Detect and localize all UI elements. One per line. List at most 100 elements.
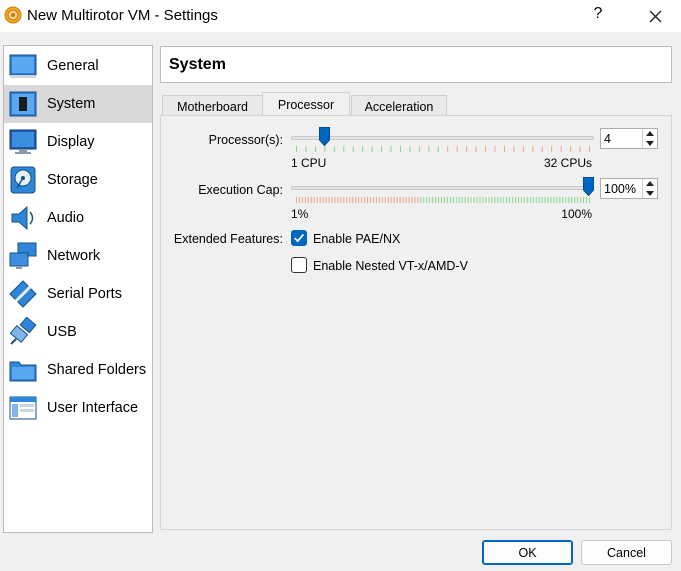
sidebar-item-label: Display <box>47 134 95 150</box>
sidebar-item-shared-folders[interactable]: Shared Folders <box>4 351 152 389</box>
sidebar-item-serial-ports[interactable]: Serial Ports <box>4 275 152 313</box>
ok-button[interactable]: OK <box>482 540 573 565</box>
cancel-button[interactable]: Cancel <box>581 540 672 565</box>
execution-cap-slider-handle[interactable] <box>583 177 594 196</box>
slider-tick <box>358 197 360 203</box>
sidebar-item-label: User Interface <box>47 400 139 416</box>
slider-tick <box>437 146 439 152</box>
processor-max-label: 32 CPUs <box>543 156 592 170</box>
slider-tick <box>520 197 522 203</box>
slider-tick <box>371 146 373 152</box>
close-icon[interactable] <box>641 4 669 28</box>
system-chip-icon <box>9 91 37 117</box>
execution-cap-slider-groove[interactable] <box>291 186 594 190</box>
slider-tick <box>367 197 369 203</box>
slider-tick <box>325 197 327 203</box>
slider-tick <box>500 197 502 203</box>
sidebar-item-usb[interactable]: USB <box>4 313 152 351</box>
slider-tick <box>355 197 357 203</box>
network-icon <box>9 242 37 269</box>
sidebar-item-display[interactable]: Display <box>4 123 152 161</box>
slider-tick <box>551 146 553 152</box>
slider-tick <box>375 197 377 203</box>
slider-tick <box>475 146 477 152</box>
processor-slider-handle[interactable] <box>319 127 331 146</box>
enable-nested-vtx-label[interactable]: Enable Nested VT-x/AMD-V <box>313 259 468 273</box>
slider-tick <box>455 197 457 203</box>
virtualbox-gear-icon <box>4 6 22 24</box>
slider-tick <box>313 197 315 203</box>
spin-up-icon[interactable] <box>643 179 657 188</box>
sidebar-item-general[interactable]: General <box>4 47 152 85</box>
slider-tick <box>420 197 422 203</box>
enable-pae-nx-label[interactable]: Enable PAE/NX <box>313 232 400 246</box>
help-button[interactable]: ? <box>588 5 608 23</box>
slider-tick <box>506 197 508 203</box>
slider-tick <box>562 197 564 203</box>
slider-tick <box>485 146 487 152</box>
slider-tick <box>443 197 445 203</box>
slider-tick <box>432 197 434 203</box>
processor-slider-groove[interactable] <box>291 136 594 140</box>
slider-tick-baseline <box>296 201 590 203</box>
audio-speaker-icon <box>11 205 34 231</box>
slider-tick <box>435 197 437 203</box>
slider-tick <box>523 197 525 203</box>
slider-tick <box>298 197 300 203</box>
slider-tick <box>384 197 386 203</box>
slider-tick <box>372 197 374 203</box>
slider-tick <box>393 197 395 203</box>
slider-tick <box>428 146 430 152</box>
sidebar-item-audio[interactable]: Audio <box>4 199 152 237</box>
slider-tick <box>565 197 567 203</box>
slider-tick <box>399 146 401 152</box>
page-title: System <box>169 56 226 73</box>
slider-tick <box>497 197 499 203</box>
slider-tick <box>331 197 333 203</box>
execution-cap-spinbox[interactable]: 100% <box>600 178 658 199</box>
sidebar-item-label: Audio <box>47 210 85 226</box>
page-header: System <box>160 46 672 83</box>
slider-tick <box>461 197 463 203</box>
slider-tick <box>449 197 451 203</box>
slider-tick <box>396 197 398 203</box>
sidebar-item-user-interface[interactable]: User Interface <box>4 389 152 427</box>
slider-tick <box>494 146 496 152</box>
slider-tick <box>503 197 505 203</box>
spin-down-icon[interactable] <box>643 189 657 198</box>
slider-tick <box>337 197 339 203</box>
slider-tick <box>456 146 458 152</box>
execution-cap-max-label: 100% <box>561 207 592 221</box>
sidebar-item-network[interactable]: Network <box>4 237 152 275</box>
execution-cap-spin-arrows <box>642 179 657 198</box>
spin-up-icon[interactable] <box>643 129 657 138</box>
spin-down-icon[interactable] <box>643 139 657 148</box>
slider-tick <box>390 146 392 152</box>
slider-tick <box>408 197 410 203</box>
slider-tick <box>571 197 573 203</box>
processor-count-spinbox[interactable]: 4 <box>600 128 658 149</box>
tab-motherboard[interactable]: Motherboard <box>162 95 263 117</box>
slider-tick <box>589 197 590 203</box>
slider-tick <box>553 197 555 203</box>
slider-tick <box>343 146 345 152</box>
slider-tick <box>574 197 576 203</box>
slider-tick <box>476 197 478 203</box>
sidebar-item-system[interactable]: System <box>4 85 152 123</box>
slider-tick <box>509 197 511 203</box>
slider-tick <box>402 197 404 203</box>
sidebar-item-storage[interactable]: Storage <box>4 161 152 199</box>
slider-tick <box>467 197 469 203</box>
usb-icon <box>9 317 37 345</box>
slider-tick <box>446 197 448 203</box>
slider-tick <box>423 197 425 203</box>
enable-pae-nx-checkbox[interactable] <box>291 230 307 246</box>
slider-tick <box>438 197 440 203</box>
slider-tick <box>405 197 407 203</box>
slider-tick <box>526 197 528 203</box>
sidebar-item-label: Shared Folders <box>47 362 147 378</box>
enable-nested-vtx-checkbox[interactable] <box>291 257 307 273</box>
slider-tick <box>580 197 582 203</box>
slider-tick <box>583 197 585 203</box>
tab-acceleration[interactable]: Acceleration <box>351 95 447 117</box>
